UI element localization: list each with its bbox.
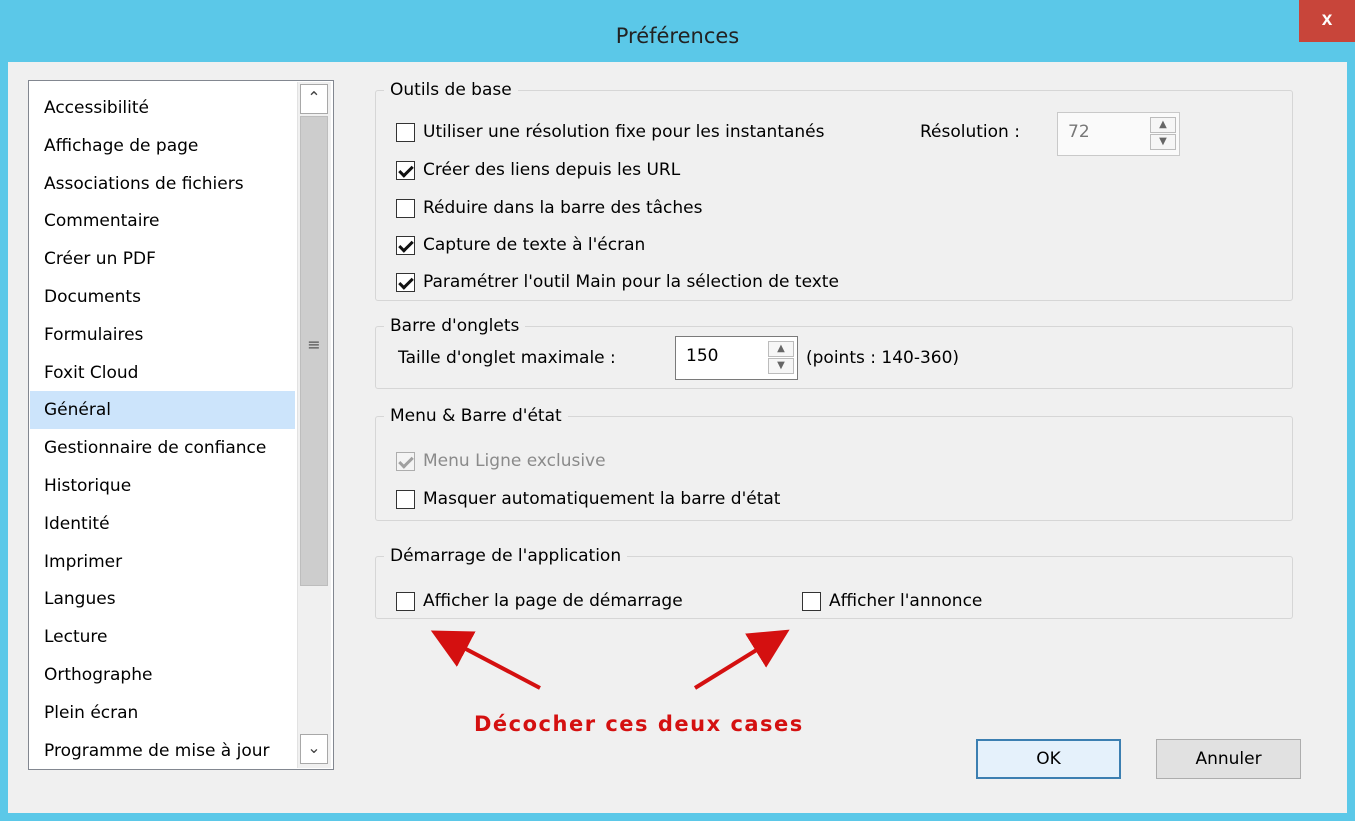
preferences-window: Préférences x Accessibilité Affichage de …: [0, 0, 1355, 821]
arrow-left-icon: [430, 630, 541, 690]
arrow-right-icon: [693, 629, 790, 690]
annotation-arrows: [430, 629, 790, 690]
